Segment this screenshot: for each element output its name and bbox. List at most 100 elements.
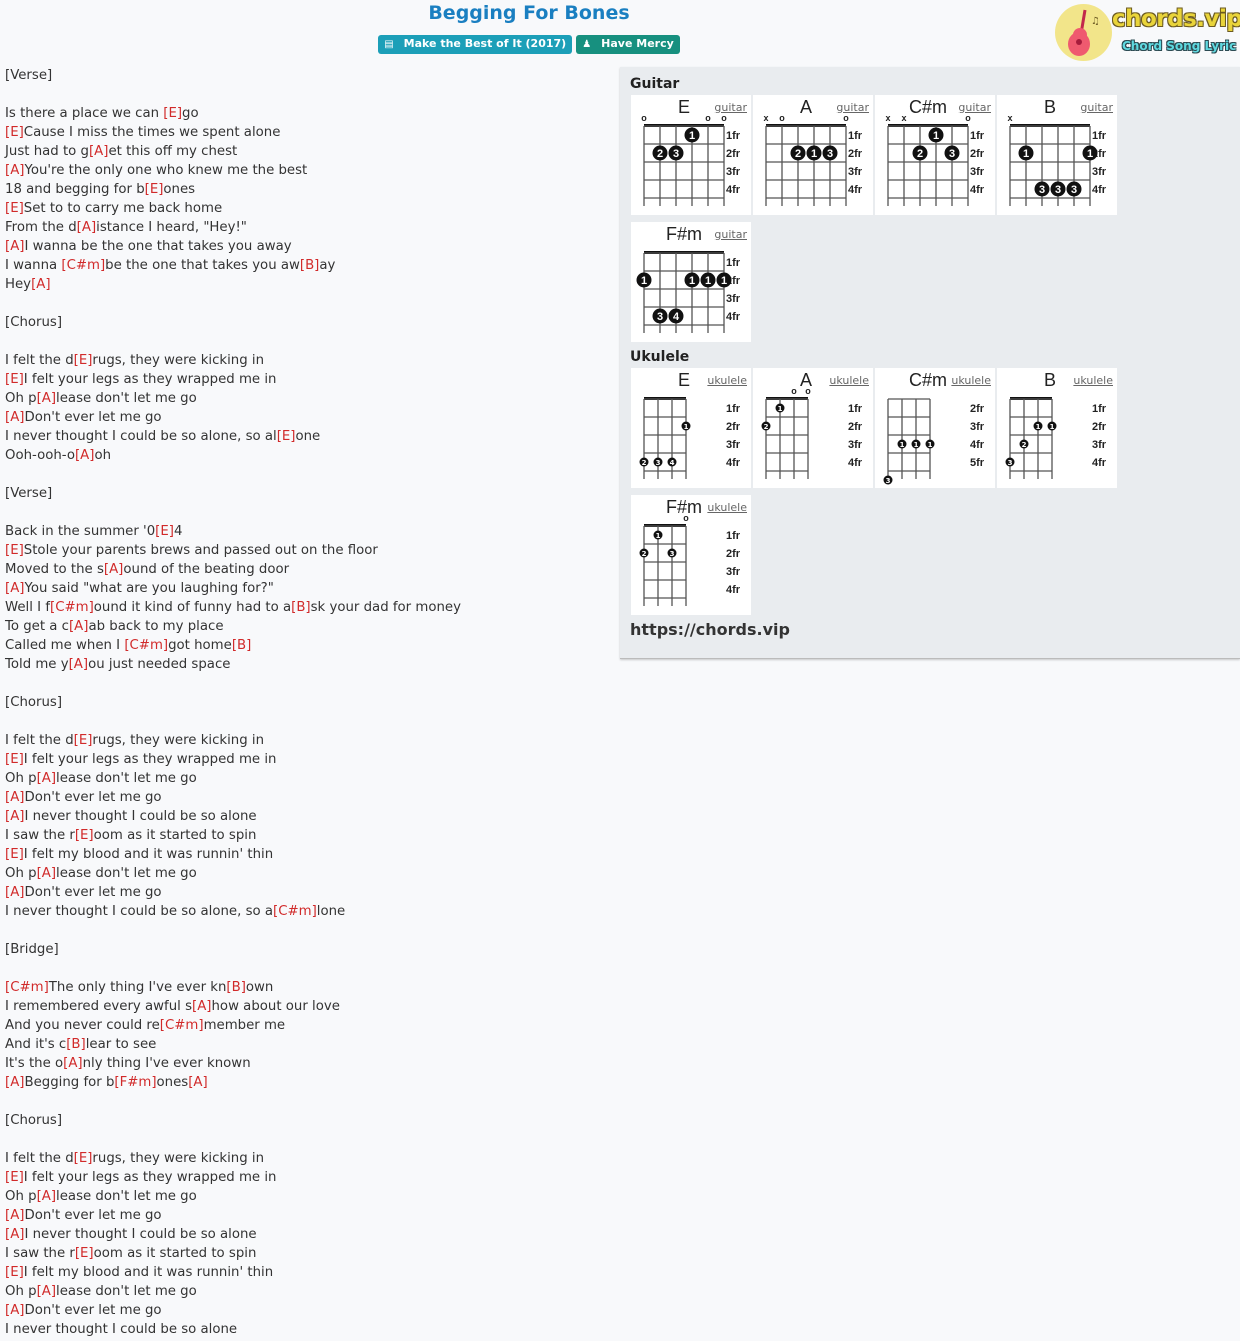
chord-marker[interactable]: [E] xyxy=(74,1151,93,1166)
chord-marker[interactable]: [A] xyxy=(37,1189,56,1204)
chord-marker[interactable]: [E] xyxy=(74,733,93,748)
chord-marker[interactable]: [E] xyxy=(5,201,24,216)
chord-card-csharpm[interactable]: 2fr 3fr 4fr 5fr 1 1 1 3 C#m ukulele xyxy=(875,368,995,488)
finger-dot: 3 xyxy=(1034,181,1050,197)
lyric-text: I felt my blood and it was runnin' thin xyxy=(23,1265,274,1280)
chord-marker[interactable]: [C#m] xyxy=(5,980,49,995)
fret-label: 3fr xyxy=(970,421,985,433)
chord-marker[interactable]: [A] xyxy=(188,1075,207,1090)
chord-card-e[interactable]: 1fr 2fr 3fr 4fr o o o 1 2 3 Eguitar xyxy=(631,95,751,215)
chord-card-a[interactable]: 1fr 2fr 3fr 4fr x o o 2 1 3 Aguitar xyxy=(753,95,873,215)
instrument-link[interactable]: ukulele xyxy=(707,501,747,514)
chord-card-b[interactable]: 1fr 2fr 3fr 4fr 1 1 2 3 Bukulele xyxy=(997,368,1117,488)
chord-card-a[interactable]: 1fr 2fr 3fr 4fr o o 1 2 Aukulele xyxy=(753,368,873,488)
book-icon: ▤ xyxy=(384,39,394,50)
chord-marker[interactable]: [E] xyxy=(75,828,94,843)
lyric-line xyxy=(5,921,605,940)
chord-marker[interactable]: [A] xyxy=(192,999,211,1014)
chord-card-csharpm[interactable]: 1fr 2fr 3fr 4fr x x o 1 2 3 C#m guitar xyxy=(875,95,995,215)
site-url[interactable]: https://chords.vip xyxy=(630,620,790,639)
chord-marker[interactable]: [E] xyxy=(163,106,182,121)
chord-card-e[interactable]: 1fr 2fr 3fr 4fr 1 2 3 4 Eukulele xyxy=(631,368,751,488)
lyric-line: Back in the summer '0[E]4 xyxy=(5,522,605,541)
chord-marker[interactable]: [E] xyxy=(5,1265,24,1280)
lyric-text: nly thing I've ever known xyxy=(82,1056,251,1071)
instrument-link[interactable]: ukulele xyxy=(1073,374,1113,387)
chord-marker[interactable]: [A] xyxy=(89,144,108,159)
chord-marker[interactable]: [A] xyxy=(5,809,24,824)
svg-text:1: 1 xyxy=(928,441,933,449)
chord-marker[interactable]: [C#m] xyxy=(124,638,168,653)
instrument-link[interactable]: guitar xyxy=(1080,101,1113,114)
instrument-link[interactable]: guitar xyxy=(958,101,991,114)
chord-marker[interactable]: [E] xyxy=(5,372,24,387)
finger-dot: 2 xyxy=(761,421,771,431)
chord-marker[interactable]: [E] xyxy=(74,353,93,368)
album-badge[interactable]: ▤ Make the Best of It (2017) xyxy=(378,35,573,54)
chord-marker[interactable]: [C#m] xyxy=(61,258,105,273)
instrument-link[interactable]: guitar xyxy=(714,228,747,241)
lyric-text: oom as it started to spin xyxy=(93,828,257,843)
chord-marker[interactable]: [B] xyxy=(66,1037,86,1052)
chord-marker[interactable]: [E] xyxy=(5,847,24,862)
chord-marker[interactable]: [A] xyxy=(5,1303,24,1318)
chord-marker[interactable]: [E] xyxy=(5,125,24,140)
chord-marker[interactable]: [E] xyxy=(5,752,24,767)
chord-marker[interactable]: [A] xyxy=(104,562,123,577)
chord-marker[interactable]: [A] xyxy=(5,410,24,425)
lyric-text: sk your dad for money xyxy=(310,600,461,615)
chord-marker[interactable]: [F#m] xyxy=(114,1075,156,1090)
chord-card-fsharpm[interactable]: 1fr 2fr 3fr 4fr 1 1 1 1 3 4 F#m guitar xyxy=(631,222,751,342)
chord-marker[interactable]: [E] xyxy=(5,1170,24,1185)
lyric-text: I felt my blood and it was runnin' thin xyxy=(23,847,274,862)
artist-badge[interactable]: ♟ Have Mercy xyxy=(576,35,680,54)
chord-marker[interactable]: [B] xyxy=(300,258,320,273)
instrument-link[interactable]: ukulele xyxy=(829,374,869,387)
instrument-link[interactable]: ukulele xyxy=(951,374,991,387)
chord-marker[interactable]: [A] xyxy=(37,771,56,786)
lyric-text: Told me y xyxy=(5,657,69,672)
chord-marker[interactable]: [A] xyxy=(5,163,24,178)
chord-marker[interactable]: [E] xyxy=(145,182,164,197)
chord-marker[interactable]: [B] xyxy=(232,638,252,653)
chord-marker[interactable]: [A] xyxy=(37,391,56,406)
chord-marker[interactable]: [A] xyxy=(5,1075,24,1090)
chord-marker[interactable]: [C#m] xyxy=(50,600,94,615)
chord-marker[interactable]: [A] xyxy=(31,277,50,292)
chord-marker[interactable]: [A] xyxy=(63,1056,82,1071)
chord-marker[interactable]: [B] xyxy=(291,600,311,615)
site-logo[interactable]: ♫ chords.vip Chord Song Lyric xyxy=(1054,3,1240,63)
lyric-text: Oh p xyxy=(5,1284,37,1299)
chord-marker[interactable]: [E] xyxy=(277,429,296,444)
svg-text:3: 3 xyxy=(1039,184,1045,196)
chord-marker[interactable]: [A] xyxy=(77,220,96,235)
instrument-link[interactable]: guitar xyxy=(714,101,747,114)
fret-label: 3fr xyxy=(1092,439,1107,451)
chord-marker[interactable]: [A] xyxy=(69,657,88,672)
chord-marker[interactable]: [A] xyxy=(5,1227,24,1242)
chord-marker[interactable]: [B] xyxy=(226,980,246,995)
chord-marker[interactable]: [A] xyxy=(5,239,24,254)
lyric-text: 18 and begging for b xyxy=(5,182,145,197)
chord-card-fsharpm[interactable]: 1fr 2fr 3fr 4fr o 1 2 3 F#m ukulele xyxy=(631,495,751,615)
chord-marker[interactable]: [A] xyxy=(5,790,24,805)
chord-marker[interactable]: [E] xyxy=(75,1246,94,1261)
chord-marker[interactable]: [A] xyxy=(75,448,94,463)
chord-marker[interactable]: [A] xyxy=(5,581,24,596)
lyric-line: Moved to the s[A]ound of the beating doo… xyxy=(5,560,605,579)
instrument-link[interactable]: guitar xyxy=(836,101,869,114)
chord-marker[interactable]: [A] xyxy=(37,1284,56,1299)
chord-card-b[interactable]: 1fr 2fr 3fr 4fr x 1 1 3 3 3 Bguitar xyxy=(997,95,1117,215)
chord-marker[interactable]: [C#m] xyxy=(160,1018,204,1033)
lyric-text: ones xyxy=(163,182,196,197)
chord-marker[interactable]: [A] xyxy=(5,1208,24,1223)
chord-marker[interactable]: [C#m] xyxy=(273,904,317,919)
chord-marker[interactable]: [A] xyxy=(37,866,56,881)
lyric-text: Stole your parents brews and passed out … xyxy=(23,543,378,558)
chord-marker[interactable]: [E] xyxy=(5,543,24,558)
chord-marker[interactable]: [A] xyxy=(5,885,24,900)
instrument-link[interactable]: ukulele xyxy=(707,374,747,387)
chord-marker[interactable]: [A] xyxy=(69,619,88,634)
chord-marker[interactable]: [E] xyxy=(155,524,174,539)
lyric-line: [A]You said "what are you laughing for?" xyxy=(5,579,605,598)
